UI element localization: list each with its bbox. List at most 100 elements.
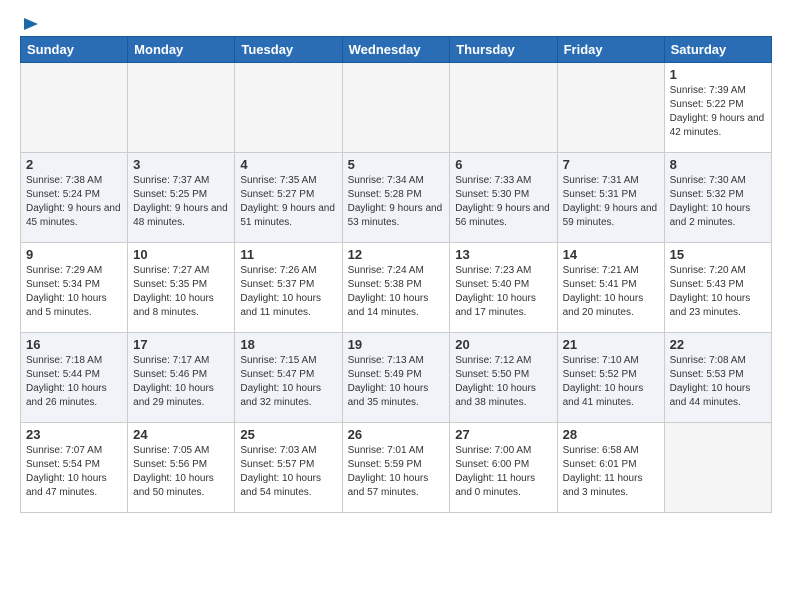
day-number: 7 <box>563 157 659 172</box>
day-number: 14 <box>563 247 659 262</box>
day-number: 5 <box>348 157 445 172</box>
day-number: 16 <box>26 337 122 352</box>
calendar-day-cell <box>21 63 128 153</box>
day-info: Sunrise: 7:21 AM Sunset: 5:41 PM Dayligh… <box>563 264 659 320</box>
day-info: Sunrise: 7:35 AM Sunset: 5:27 PM Dayligh… <box>240 174 336 230</box>
day-number: 27 <box>455 427 551 442</box>
weekday-header-row: SundayMondayTuesdayWednesdayThursdayFrid… <box>21 37 772 63</box>
weekday-header-monday: Monday <box>128 37 235 63</box>
day-number: 23 <box>26 427 122 442</box>
weekday-header-friday: Friday <box>557 37 664 63</box>
page: SundayMondayTuesdayWednesdayThursdayFrid… <box>0 0 792 529</box>
day-info: Sunrise: 7:31 AM Sunset: 5:31 PM Dayligh… <box>563 174 659 230</box>
day-number: 9 <box>26 247 122 262</box>
day-info: Sunrise: 7:01 AM Sunset: 5:59 PM Dayligh… <box>348 444 445 500</box>
day-info: Sunrise: 7:17 AM Sunset: 5:46 PM Dayligh… <box>133 354 229 410</box>
header <box>20 16 772 28</box>
day-number: 28 <box>563 427 659 442</box>
calendar-day-cell: 3 Sunrise: 7:37 AM Sunset: 5:25 PM Daylig… <box>128 153 235 243</box>
day-number: 19 <box>348 337 445 352</box>
calendar-day-cell: 25 Sunrise: 7:03 AM Sunset: 5:57 PM Dayli… <box>235 423 342 513</box>
day-number: 18 <box>240 337 336 352</box>
day-info: Sunrise: 7:24 AM Sunset: 5:38 PM Dayligh… <box>348 264 445 320</box>
calendar-day-cell: 14 Sunrise: 7:21 AM Sunset: 5:41 PM Dayli… <box>557 243 664 333</box>
calendar-day-cell: 19 Sunrise: 7:13 AM Sunset: 5:49 PM Dayli… <box>342 333 450 423</box>
day-info: Sunrise: 7:37 AM Sunset: 5:25 PM Dayligh… <box>133 174 229 230</box>
day-info: Sunrise: 7:05 AM Sunset: 5:56 PM Dayligh… <box>133 444 229 500</box>
calendar-week-row: 2 Sunrise: 7:38 AM Sunset: 5:24 PM Daylig… <box>21 153 772 243</box>
calendar-day-cell: 5 Sunrise: 7:34 AM Sunset: 5:28 PM Daylig… <box>342 153 450 243</box>
day-info: Sunrise: 7:27 AM Sunset: 5:35 PM Dayligh… <box>133 264 229 320</box>
day-number: 24 <box>133 427 229 442</box>
day-number: 12 <box>348 247 445 262</box>
calendar-day-cell <box>557 63 664 153</box>
calendar-day-cell <box>664 423 771 513</box>
calendar-day-cell: 6 Sunrise: 7:33 AM Sunset: 5:30 PM Daylig… <box>450 153 557 243</box>
day-number: 22 <box>670 337 766 352</box>
calendar-day-cell: 12 Sunrise: 7:24 AM Sunset: 5:38 PM Dayli… <box>342 243 450 333</box>
day-number: 6 <box>455 157 551 172</box>
day-number: 21 <box>563 337 659 352</box>
calendar-week-row: 1 Sunrise: 7:39 AM Sunset: 5:22 PM Daylig… <box>21 63 772 153</box>
day-info: Sunrise: 7:34 AM Sunset: 5:28 PM Dayligh… <box>348 174 445 230</box>
day-info: Sunrise: 7:18 AM Sunset: 5:44 PM Dayligh… <box>26 354 122 410</box>
day-number: 1 <box>670 67 766 82</box>
day-info: Sunrise: 7:23 AM Sunset: 5:40 PM Dayligh… <box>455 264 551 320</box>
day-number: 2 <box>26 157 122 172</box>
day-number: 13 <box>455 247 551 262</box>
day-info: Sunrise: 7:12 AM Sunset: 5:50 PM Dayligh… <box>455 354 551 410</box>
calendar-table: SundayMondayTuesdayWednesdayThursdayFrid… <box>20 36 772 513</box>
day-number: 8 <box>670 157 766 172</box>
calendar-day-cell: 8 Sunrise: 7:30 AM Sunset: 5:32 PM Daylig… <box>664 153 771 243</box>
day-info: Sunrise: 7:20 AM Sunset: 5:43 PM Dayligh… <box>670 264 766 320</box>
weekday-header-thursday: Thursday <box>450 37 557 63</box>
day-info: Sunrise: 7:29 AM Sunset: 5:34 PM Dayligh… <box>26 264 122 320</box>
calendar-day-cell: 4 Sunrise: 7:35 AM Sunset: 5:27 PM Daylig… <box>235 153 342 243</box>
calendar-week-row: 16 Sunrise: 7:18 AM Sunset: 5:44 PM Dayli… <box>21 333 772 423</box>
calendar-day-cell: 13 Sunrise: 7:23 AM Sunset: 5:40 PM Dayli… <box>450 243 557 333</box>
day-number: 15 <box>670 247 766 262</box>
weekday-header-wednesday: Wednesday <box>342 37 450 63</box>
day-info: Sunrise: 7:03 AM Sunset: 5:57 PM Dayligh… <box>240 444 336 500</box>
calendar-day-cell: 28Sunrise: 6:58 AM Sunset: 6:01 PM Dayli… <box>557 423 664 513</box>
weekday-header-tuesday: Tuesday <box>235 37 342 63</box>
calendar-day-cell <box>235 63 342 153</box>
calendar-day-cell <box>450 63 557 153</box>
calendar-day-cell <box>342 63 450 153</box>
calendar-week-row: 9 Sunrise: 7:29 AM Sunset: 5:34 PM Daylig… <box>21 243 772 333</box>
day-number: 25 <box>240 427 336 442</box>
day-info: Sunrise: 7:13 AM Sunset: 5:49 PM Dayligh… <box>348 354 445 410</box>
day-info: Sunrise: 7:39 AM Sunset: 5:22 PM Dayligh… <box>670 84 766 140</box>
calendar-day-cell: 9 Sunrise: 7:29 AM Sunset: 5:34 PM Daylig… <box>21 243 128 333</box>
day-info: Sunrise: 7:38 AM Sunset: 5:24 PM Dayligh… <box>26 174 122 230</box>
day-number: 3 <box>133 157 229 172</box>
calendar-day-cell: 15 Sunrise: 7:20 AM Sunset: 5:43 PM Dayli… <box>664 243 771 333</box>
day-number: 20 <box>455 337 551 352</box>
calendar-day-cell <box>128 63 235 153</box>
calendar-day-cell: 22Sunrise: 7:08 AM Sunset: 5:53 PM Dayli… <box>664 333 771 423</box>
day-number: 17 <box>133 337 229 352</box>
day-info: Sunrise: 7:15 AM Sunset: 5:47 PM Dayligh… <box>240 354 336 410</box>
calendar-day-cell: 10 Sunrise: 7:27 AM Sunset: 5:35 PM Dayli… <box>128 243 235 333</box>
calendar-day-cell: 16 Sunrise: 7:18 AM Sunset: 5:44 PM Dayli… <box>21 333 128 423</box>
calendar-day-cell: 21 Sunrise: 7:10 AM Sunset: 5:52 PM Dayli… <box>557 333 664 423</box>
day-number: 26 <box>348 427 445 442</box>
calendar-day-cell: 1 Sunrise: 7:39 AM Sunset: 5:22 PM Daylig… <box>664 63 771 153</box>
calendar-day-cell: 2 Sunrise: 7:38 AM Sunset: 5:24 PM Daylig… <box>21 153 128 243</box>
calendar-day-cell: 18 Sunrise: 7:15 AM Sunset: 5:47 PM Dayli… <box>235 333 342 423</box>
day-info: Sunrise: 7:30 AM Sunset: 5:32 PM Dayligh… <box>670 174 766 230</box>
calendar-day-cell: 27Sunrise: 7:00 AM Sunset: 6:00 PM Dayli… <box>450 423 557 513</box>
day-info: Sunrise: 7:33 AM Sunset: 5:30 PM Dayligh… <box>455 174 551 230</box>
day-info: Sunrise: 7:10 AM Sunset: 5:52 PM Dayligh… <box>563 354 659 410</box>
calendar-day-cell: 20 Sunrise: 7:12 AM Sunset: 5:50 PM Dayli… <box>450 333 557 423</box>
day-number: 10 <box>133 247 229 262</box>
calendar-day-cell: 23 Sunrise: 7:07 AM Sunset: 5:54 PM Dayli… <box>21 423 128 513</box>
day-number: 4 <box>240 157 336 172</box>
calendar-week-row: 23 Sunrise: 7:07 AM Sunset: 5:54 PM Dayli… <box>21 423 772 513</box>
calendar-day-cell: 11 Sunrise: 7:26 AM Sunset: 5:37 PM Dayli… <box>235 243 342 333</box>
day-info: Sunrise: 7:26 AM Sunset: 5:37 PM Dayligh… <box>240 264 336 320</box>
day-number: 11 <box>240 247 336 262</box>
calendar-day-cell: 26 Sunrise: 7:01 AM Sunset: 5:59 PM Dayli… <box>342 423 450 513</box>
weekday-header-sunday: Sunday <box>21 37 128 63</box>
day-info: Sunrise: 7:07 AM Sunset: 5:54 PM Dayligh… <box>26 444 122 500</box>
